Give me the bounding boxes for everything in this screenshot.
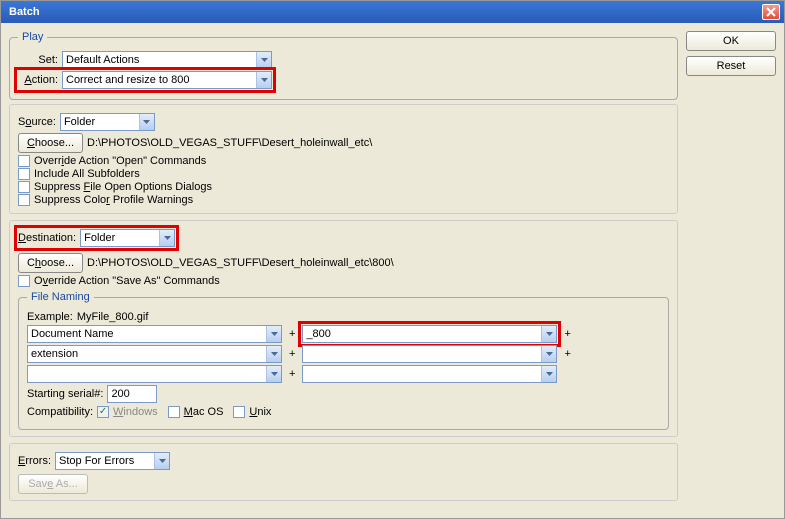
checkbox-icon bbox=[18, 168, 30, 180]
suppress-color-checkbox[interactable]: Suppress Color Profile Warnings bbox=[18, 194, 669, 206]
chevron-down-icon bbox=[266, 366, 281, 382]
checkbox-icon bbox=[18, 275, 30, 287]
chevron-down-icon bbox=[541, 366, 556, 382]
source-select[interactable]: Folder bbox=[60, 113, 155, 131]
errors-label: Errors: bbox=[18, 455, 51, 467]
filename-field-6[interactable] bbox=[302, 365, 557, 383]
chevron-down-icon bbox=[541, 326, 556, 342]
chevron-down-icon bbox=[256, 52, 271, 68]
compat-mac-checkbox[interactable]: Mac OS bbox=[168, 406, 224, 418]
window-title: Batch bbox=[5, 6, 40, 18]
filename-field-5[interactable] bbox=[27, 365, 282, 383]
errors-save-button: Save As... bbox=[18, 474, 88, 494]
serial-label: Starting serial#: bbox=[27, 388, 103, 400]
checkbox-icon bbox=[18, 181, 30, 193]
destination-section: Destination: Folder Choose... D:\PHOTOS\… bbox=[9, 220, 678, 437]
action-highlight: Action: Correct and resize to 800 bbox=[14, 67, 276, 93]
chevron-down-icon bbox=[154, 453, 169, 469]
errors-section: Errors: Stop For Errors Save As... bbox=[9, 443, 678, 501]
destination-choose-button[interactable]: Choose... bbox=[18, 253, 83, 273]
destination-path: D:\PHOTOS\OLD_VEGAS_STUFF\Desert_holeinw… bbox=[87, 257, 394, 269]
action-select[interactable]: Correct and resize to 800 bbox=[62, 71, 272, 89]
checkbox-icon bbox=[97, 406, 109, 418]
destination-highlight: Destination: Folder bbox=[14, 225, 179, 251]
chevron-down-icon bbox=[266, 346, 281, 362]
file-naming-legend: File Naming bbox=[27, 291, 94, 303]
include-subfolders-checkbox[interactable]: Include All Subfolders bbox=[18, 168, 669, 180]
override-open-checkbox[interactable]: Override Action "Open" Commands bbox=[18, 155, 669, 167]
compat-windows-checkbox: Windows bbox=[97, 406, 158, 418]
close-icon bbox=[766, 7, 776, 17]
example-value: MyFile_800.gif bbox=[77, 311, 149, 323]
suppress-file-checkbox[interactable]: Suppress File Open Options Dialogs bbox=[18, 181, 669, 193]
compat-label: Compatibility: bbox=[27, 406, 93, 418]
example-label: Example: bbox=[27, 311, 73, 323]
source-choose-button[interactable]: Choose... bbox=[18, 133, 83, 153]
plus-separator: + bbox=[561, 348, 573, 360]
play-group: Play Set: Default Actions Action: Correc… bbox=[9, 31, 678, 100]
source-label: Source: bbox=[18, 116, 56, 128]
chevron-down-icon bbox=[159, 230, 174, 246]
filename-field-2[interactable]: _800 bbox=[302, 325, 557, 343]
override-saveas-checkbox[interactable]: Override Action "Save As" Commands bbox=[18, 275, 669, 287]
checkbox-icon bbox=[168, 406, 180, 418]
errors-select[interactable]: Stop For Errors bbox=[55, 452, 170, 470]
checkbox-icon bbox=[233, 406, 245, 418]
compat-unix-checkbox[interactable]: Unix bbox=[233, 406, 271, 418]
chevron-down-icon bbox=[541, 346, 556, 362]
file-naming-group: File Naming Example: MyFile_800.gif Docu… bbox=[18, 291, 669, 430]
plus-separator: + bbox=[286, 348, 298, 360]
chevron-down-icon bbox=[266, 326, 281, 342]
play-legend: Play bbox=[18, 31, 47, 43]
source-section: Source: Folder Choose... D:\PHOTOS\OLD_V… bbox=[9, 104, 678, 214]
source-path: D:\PHOTOS\OLD_VEGAS_STUFF\Desert_holeinw… bbox=[87, 137, 372, 149]
field2-highlight: _800 bbox=[298, 321, 561, 347]
titlebar: Batch bbox=[1, 1, 784, 23]
plus-separator: + bbox=[286, 368, 298, 380]
filename-field-1[interactable]: Document Name bbox=[27, 325, 282, 343]
action-label: Action: bbox=[18, 74, 58, 86]
set-label: Set: bbox=[18, 54, 58, 66]
chevron-down-icon bbox=[139, 114, 154, 130]
checkbox-icon bbox=[18, 194, 30, 206]
destination-label: Destination: bbox=[18, 232, 76, 244]
filename-field-4[interactable] bbox=[302, 345, 557, 363]
filename-field-3[interactable]: extension bbox=[27, 345, 282, 363]
destination-select[interactable]: Folder bbox=[80, 229, 175, 247]
plus-separator: + bbox=[286, 328, 298, 340]
plus-separator: + bbox=[561, 328, 573, 340]
batch-dialog: Batch Play Set: Default Actions Action: bbox=[0, 0, 785, 519]
checkbox-icon bbox=[18, 155, 30, 167]
close-button[interactable] bbox=[762, 4, 780, 20]
reset-button[interactable]: Reset bbox=[686, 56, 776, 76]
serial-input[interactable] bbox=[107, 385, 157, 403]
chevron-down-icon bbox=[256, 72, 271, 88]
ok-button[interactable]: OK bbox=[686, 31, 776, 51]
